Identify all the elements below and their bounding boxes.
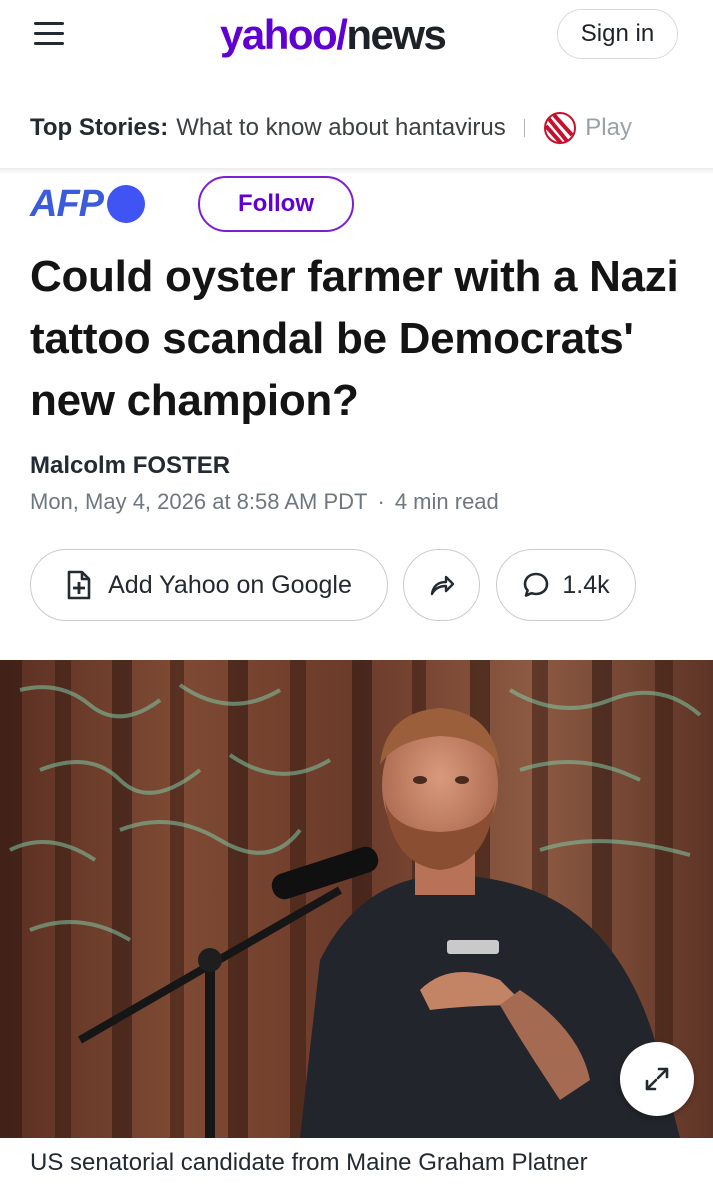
article-photo[interactable] [0, 660, 713, 1138]
yahoo-news-logo[interactable]: yahoo/news [220, 10, 447, 60]
game-ball-icon[interactable] [543, 111, 577, 145]
top-stories-bar: Top Stories: What to know about hantavir… [30, 108, 713, 148]
add-yahoo-on-google-button[interactable]: Add Yahoo on Google [30, 549, 388, 621]
sign-in-button[interactable]: Sign in [557, 9, 678, 59]
share-button[interactable] [403, 549, 480, 621]
photo-caption: US senatorial candidate from Maine Graha… [30, 1149, 588, 1176]
expand-image-button[interactable] [620, 1042, 694, 1116]
article-photo-image [0, 660, 713, 1138]
comments-count: 1.4k [562, 570, 610, 599]
comments-button[interactable]: 1.4k [496, 549, 636, 621]
article-meta: Mon, May 4, 2026 at 8:58 AM PDT · 4 min re… [30, 489, 499, 515]
top-stories-label: Top Stories: [30, 114, 169, 141]
read-time: 4 min read [394, 489, 499, 514]
publisher-logo[interactable]: AFP [30, 180, 145, 228]
divider [523, 119, 526, 137]
article-title: Could oyster farmer with a Nazi tattoo s… [30, 252, 679, 425]
publish-date: Mon, May 4, 2026 at 8:58 AM PDT [30, 489, 368, 514]
expand-icon [645, 1067, 669, 1091]
scroll-fade [623, 108, 713, 148]
author-name[interactable]: Malcolm FOSTER [30, 452, 230, 480]
meta-separator: · [377, 489, 385, 514]
header-shadow [0, 168, 713, 174]
add-yahoo-label: Add Yahoo on Google [108, 570, 352, 599]
comment-bubble-icon [524, 572, 549, 597]
site-header: yahoo/news Sign in Top Stories: What to … [0, 0, 713, 170]
share-arrow-icon [430, 575, 454, 596]
add-document-icon [67, 570, 91, 600]
afp-dot-icon [107, 185, 145, 223]
follow-button[interactable]: Follow [198, 176, 354, 232]
menu-icon[interactable] [34, 22, 64, 48]
top-story-link-hantavirus[interactable]: What to know about hantavirus [176, 114, 506, 142]
